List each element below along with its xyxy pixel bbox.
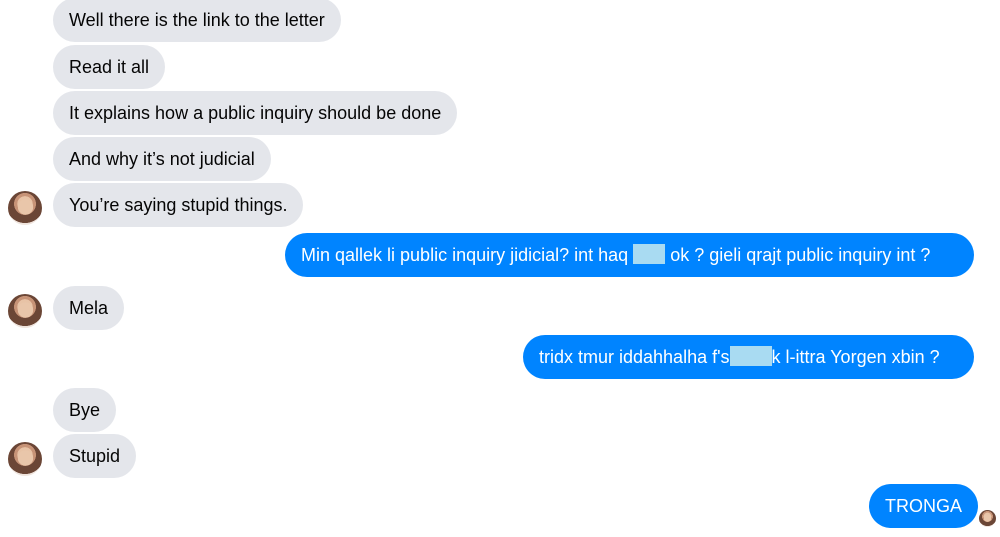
- message-bubble-incoming[interactable]: Well there is the link to the letter: [53, 0, 341, 42]
- redaction-block: [633, 244, 666, 264]
- message-text: TRONGA: [885, 496, 963, 516]
- message-text-part: k l-ittra Yorgen xbin ?: [771, 347, 940, 367]
- message-bubble-incoming[interactable]: And why it’s not judicial: [53, 137, 271, 181]
- read-receipt-avatar: [979, 510, 996, 527]
- redaction-block: [729, 346, 772, 366]
- message-text-part: tridx tmur iddahhalha f's: [539, 347, 730, 367]
- message-bubble-incoming[interactable]: Mela: [53, 286, 125, 330]
- message-text: Read it all: [69, 57, 150, 77]
- message-text: You’re saying stupid things.: [69, 195, 288, 215]
- message-bubble-outgoing[interactable]: TRONGA: [869, 484, 979, 528]
- message-text: Mela: [69, 298, 109, 318]
- message-text-part: ok ? gieli qrajt public inquiry int ?: [670, 245, 931, 265]
- contact-avatar[interactable]: [8, 294, 42, 328]
- message-text-part: Min qallek li public inquiry jidicial? i…: [301, 245, 629, 265]
- message-text: Well there is the link to the letter: [69, 10, 325, 30]
- message-text: Stupid: [69, 446, 121, 466]
- message-text: And why it’s not judicial: [69, 149, 255, 169]
- message-bubble-incoming[interactable]: Read it all: [53, 45, 166, 89]
- message-text: Bye: [69, 400, 101, 420]
- message-bubble-outgoing[interactable]: Min qallek li public inquiry jidicial? i…: [285, 233, 974, 277]
- message-bubble-incoming[interactable]: Bye: [53, 388, 117, 432]
- message-bubble-incoming[interactable]: You’re saying stupid things.: [53, 183, 304, 227]
- message-bubble-outgoing[interactable]: tridx tmur iddahhalha f's k l-ittra Yorge…: [523, 335, 974, 379]
- message-text: It explains how a public inquiry should …: [69, 103, 442, 123]
- contact-avatar[interactable]: [8, 191, 42, 225]
- message-bubble-incoming[interactable]: Stupid: [53, 434, 137, 478]
- contact-avatar[interactable]: [8, 442, 42, 476]
- message-bubble-incoming[interactable]: It explains how a public inquiry should …: [53, 91, 458, 135]
